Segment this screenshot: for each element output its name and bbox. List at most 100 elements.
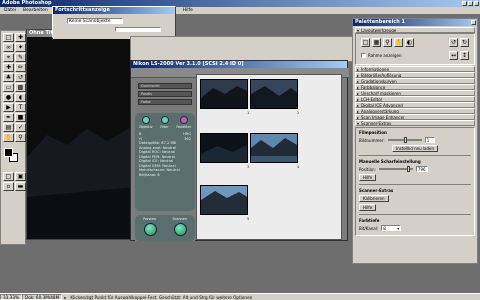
rotate-right-icon[interactable]: ↻ xyxy=(460,38,469,47)
reload-holder-button[interactable]: Instellkd neu laden xyxy=(391,145,439,152)
bits-per-channel-label: Bit/Kanal: xyxy=(359,225,379,231)
show-frame-checkbox[interactable] xyxy=(361,53,366,58)
focus-position-field[interactable]: 796 xyxy=(415,166,428,172)
scan-button[interactable] xyxy=(173,223,187,236)
color-filter-label: Farbfilter xyxy=(176,125,192,129)
move-tool-icon[interactable]: ✚ xyxy=(15,33,26,42)
standard-mode-icon[interactable]: □ xyxy=(3,172,14,181)
frame-slider[interactable] xyxy=(387,137,422,143)
image-document-window: Ohne Titel-1 @ 33,3% xyxy=(26,29,136,240)
fit-frame-icon[interactable]: ▦ xyxy=(372,38,381,47)
screen-mode-2-icon[interactable]: ▬ xyxy=(15,182,26,191)
menu-help[interactable]: Hilfe xyxy=(183,7,193,14)
film-thumbnail[interactable] xyxy=(200,185,248,215)
eraser-tool-icon[interactable]: ▭ xyxy=(3,83,14,92)
flip-horizontal-icon[interactable]: ↔ xyxy=(449,51,458,60)
shape-tool-icon[interactable]: ■ xyxy=(15,113,26,122)
scan-info-panel: Objektiv Filter Farbfilter B HRG H 362 Dat… xyxy=(135,113,195,211)
path-select-icon[interactable]: ▶ xyxy=(3,103,14,112)
slice-tool-icon[interactable]: ✎ xyxy=(15,53,26,62)
layout-tools-header[interactable]: Layoutwerkzeuge xyxy=(355,27,475,33)
crop-tool-icon[interactable]: ⌖ xyxy=(3,53,14,62)
blur-tool-icon[interactable]: ● xyxy=(3,93,14,102)
lens-label: Objektiv xyxy=(138,125,153,129)
nikon-control-panel: Durchsicht Positiv Farbe Objektiv Filter… xyxy=(135,81,195,241)
extras-help-button[interactable]: Hilfe xyxy=(359,204,377,211)
quick-mask-icon[interactable]: ▣ xyxy=(15,172,26,181)
magic-wand-icon[interactable]: ✦ xyxy=(15,43,26,52)
screen-mode-1-icon[interactable]: ▫ xyxy=(3,182,14,191)
film-thumbnail[interactable] xyxy=(200,133,248,163)
focus-help-button[interactable]: Hilfe xyxy=(359,174,377,181)
thumbnail-number: 1 xyxy=(247,111,250,115)
zoom-tool-icon[interactable]: ⚲ xyxy=(15,133,26,142)
app-title: Adobe Photoshop xyxy=(2,0,52,6)
maximize-button[interactable] xyxy=(468,1,473,6)
hand-tool-icon[interactable]: ✋ xyxy=(3,133,14,142)
menu-edit[interactable]: Bearbeiten xyxy=(23,7,48,14)
crop-frame-icon[interactable]: □ xyxy=(361,38,370,47)
marquee-tool-icon[interactable]: □ xyxy=(3,33,14,42)
rotate-left-icon[interactable]: ↺ xyxy=(449,38,458,47)
chevron-down-icon: ▾ xyxy=(397,226,400,231)
thumbnail-number: 5 xyxy=(247,217,250,221)
notes-tool-icon[interactable]: ▤ xyxy=(3,123,14,132)
close-button[interactable] xyxy=(474,1,479,6)
status-bar: 33,33% Dok: 60,3M/48M ▸ Klicken/zgt Punk… xyxy=(0,293,480,300)
eyedropper-icon[interactable]: ✓ xyxy=(15,123,26,132)
bits-per-channel-select[interactable]: 8 ▾ xyxy=(381,225,402,231)
stamp-tool-icon[interactable]: ♣ xyxy=(3,73,14,82)
thumbnail-number: 3 xyxy=(247,165,250,169)
history-brush-icon[interactable]: ↺ xyxy=(15,73,26,82)
lens-icon[interactable] xyxy=(142,116,151,124)
type-tool-icon[interactable]: T xyxy=(15,103,26,112)
zoom-level[interactable]: 33,33% xyxy=(0,294,22,300)
foreground-color-swatch[interactable] xyxy=(4,148,13,157)
gradient-tool-icon[interactable]: ▩ xyxy=(15,83,26,92)
info-row: Bit/Kanal: 8 xyxy=(139,172,160,177)
flip-vertical-icon[interactable]: ↕ xyxy=(460,51,469,60)
color-mode-dropdown[interactable]: Farbe xyxy=(138,99,192,105)
focus-slider[interactable] xyxy=(378,166,413,172)
document-size[interactable]: Dok: 60,3M/48M xyxy=(21,294,63,300)
pen-tool-icon[interactable]: ✒ xyxy=(3,113,14,122)
frame-number-field[interactable]: 1 xyxy=(424,137,435,143)
thumbnail-number: 2 xyxy=(297,111,300,115)
palette-close-button[interactable] xyxy=(471,20,476,25)
scanner-extras-label: Scanner-Extras xyxy=(359,188,394,193)
brush-tool-icon[interactable]: ✏ xyxy=(15,63,26,72)
scan-status-window: Fortschrittsanzeige Keine Scanobjekte xyxy=(52,6,176,39)
calibrate-button[interactable]: Kalibrieren xyxy=(359,195,389,202)
filter-icon[interactable] xyxy=(160,116,169,124)
scan-status-title: Fortschrittsanzeige xyxy=(55,7,110,13)
app-window-controls xyxy=(462,1,479,6)
scan-status-message: Keine Scanobjekte xyxy=(67,18,123,24)
film-thumbnail[interactable] xyxy=(200,79,248,109)
palette-title-bar: Palettenbereich 1 xyxy=(353,19,477,26)
dodge-tool-icon[interactable]: ◖ xyxy=(15,93,26,102)
focus-position-label: Position: xyxy=(359,166,376,172)
hand-icon[interactable]: ✋ xyxy=(394,38,403,47)
scanned-photo-graphic xyxy=(27,37,135,239)
polarity-dropdown[interactable]: Positiv xyxy=(138,91,192,97)
section-header-scanner-extras[interactable]: Scanner-Extras xyxy=(355,120,475,126)
bit-depth-label: Farbtiefe xyxy=(359,218,380,223)
lasso-tool-icon[interactable]: ∞ xyxy=(3,43,14,52)
zoom-in-icon[interactable]: ⚲ xyxy=(383,38,392,47)
film-thumbnail[interactable] xyxy=(250,79,298,109)
show-frame-label: Rahme anzeigen xyxy=(368,53,402,58)
menu-file[interactable]: Datei xyxy=(4,7,16,14)
preview-label: Preview xyxy=(143,217,157,221)
filter-label: Filter xyxy=(160,125,169,129)
preview-button[interactable] xyxy=(143,223,157,236)
palette-panel: Palettenbereich 1 Layoutwerkzeuge □ ▦ ⚲ … xyxy=(352,18,478,264)
healing-brush-icon[interactable]: ✚ xyxy=(3,63,14,72)
color-filter-icon[interactable] xyxy=(179,116,188,124)
nikon-title: Nikon LS-2000 Ver 3.1.0 [SCSI 2.4 ID 0] xyxy=(133,61,244,67)
balance-icon[interactable]: ◐ xyxy=(405,38,414,47)
minimize-button[interactable] xyxy=(462,1,467,6)
scan-progress-bar xyxy=(115,27,161,32)
film-type-dropdown[interactable]: Durchsicht xyxy=(138,83,192,89)
film-thumbnail[interactable] xyxy=(250,133,298,163)
nikon-title-bar: Nikon LS-2000 Ver 3.1.0 [SCSI 2.4 ID 0] xyxy=(131,61,347,68)
